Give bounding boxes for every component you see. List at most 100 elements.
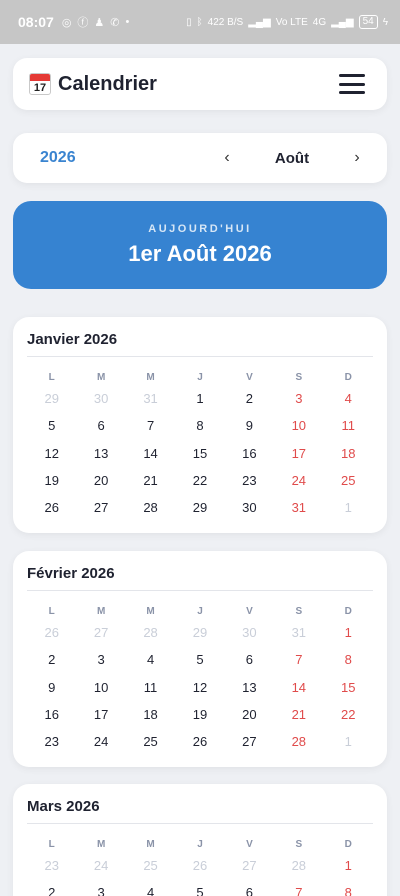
day-cell[interactable]: 4 <box>126 652 175 667</box>
notification-dot-icon: • <box>125 16 130 28</box>
day-cell[interactable]: 3 <box>274 391 323 406</box>
day-cell[interactable]: 3 <box>76 652 125 667</box>
day-cell[interactable]: 9 <box>225 418 274 433</box>
day-cell[interactable]: 27 <box>76 625 125 640</box>
day-cell[interactable]: 28 <box>274 858 323 873</box>
day-cell[interactable]: 7 <box>126 418 175 433</box>
day-cell[interactable]: 14 <box>274 680 323 695</box>
day-cell[interactable]: 7 <box>274 885 323 896</box>
prev-month-icon[interactable]: ‹ <box>217 149 237 167</box>
day-cell[interactable]: 25 <box>126 858 175 873</box>
day-cell[interactable]: 24 <box>76 858 125 873</box>
day-cell[interactable]: 8 <box>175 418 224 433</box>
day-cell[interactable]: 8 <box>324 885 373 896</box>
day-cell[interactable]: 8 <box>324 652 373 667</box>
day-cell[interactable]: 3 <box>76 885 125 896</box>
day-cell[interactable]: 11 <box>324 418 373 433</box>
day-cell[interactable]: 6 <box>76 418 125 433</box>
current-month[interactable]: Août <box>237 150 347 167</box>
day-cell[interactable]: 21 <box>274 707 323 722</box>
day-cell[interactable]: 13 <box>225 680 274 695</box>
day-cell[interactable]: 30 <box>225 500 274 515</box>
day-cell[interactable]: 25 <box>126 734 175 749</box>
day-cell[interactable]: 21 <box>126 473 175 488</box>
day-cell[interactable]: 28 <box>274 734 323 749</box>
day-cell[interactable]: 13 <box>76 446 125 461</box>
day-cell[interactable]: 24 <box>76 734 125 749</box>
day-cell[interactable]: 1 <box>324 734 373 749</box>
day-cell[interactable]: 29 <box>175 625 224 640</box>
year-selector[interactable]: 2026 <box>40 149 76 167</box>
day-cell[interactable]: 23 <box>225 473 274 488</box>
day-cell[interactable]: 16 <box>225 446 274 461</box>
day-cell[interactable]: 11 <box>126 680 175 695</box>
week-row: 26 27 28 29 30 31 1 <box>27 494 373 521</box>
day-cell[interactable]: 15 <box>324 680 373 695</box>
day-cell[interactable]: 1 <box>324 858 373 873</box>
day-cell[interactable]: 23 <box>27 734 76 749</box>
month-card: Février 2026 L M M J V S D 26 27 28 29 30 31 1 2 3 4 5 6 7 8 9… <box>13 551 387 767</box>
day-cell[interactable]: 5 <box>175 652 224 667</box>
day-cell[interactable]: 4 <box>324 391 373 406</box>
day-cell[interactable]: 29 <box>175 500 224 515</box>
day-cell[interactable]: 25 <box>324 473 373 488</box>
day-cell[interactable]: 30 <box>76 391 125 406</box>
day-cell[interactable]: 2 <box>27 885 76 896</box>
day-cell[interactable]: 27 <box>225 734 274 749</box>
day-cell[interactable]: 4 <box>126 885 175 896</box>
day-cell[interactable]: 26 <box>27 500 76 515</box>
day-cell[interactable]: 19 <box>175 707 224 722</box>
day-cell[interactable]: 17 <box>76 707 125 722</box>
day-cell[interactable]: 26 <box>175 858 224 873</box>
day-cell[interactable]: 28 <box>126 625 175 640</box>
day-cell[interactable]: 9 <box>27 680 76 695</box>
day-cell[interactable]: 28 <box>126 500 175 515</box>
day-cell[interactable]: 17 <box>274 446 323 461</box>
day-cell[interactable]: 20 <box>76 473 125 488</box>
day-cell[interactable]: 26 <box>27 625 76 640</box>
day-cell[interactable]: 18 <box>324 446 373 461</box>
week-row: 2345678 <box>27 879 373 896</box>
day-cell[interactable]: 27 <box>76 500 125 515</box>
day-cell[interactable]: 1 <box>324 625 373 640</box>
day-cell[interactable]: 27 <box>225 858 274 873</box>
day-cell[interactable]: 31 <box>126 391 175 406</box>
next-month-icon[interactable]: › <box>347 149 367 167</box>
day-cell[interactable]: 26 <box>175 734 224 749</box>
day-cell[interactable]: 15 <box>175 446 224 461</box>
day-cell[interactable]: 10 <box>274 418 323 433</box>
day-cell[interactable]: 24 <box>274 473 323 488</box>
today-banner[interactable]: AUJOURD'HUI 1er Août 2026 <box>13 201 387 289</box>
day-cell[interactable]: 18 <box>126 707 175 722</box>
day-cell[interactable]: 2 <box>225 391 274 406</box>
day-cell[interactable]: 10 <box>76 680 125 695</box>
day-cell[interactable]: 30 <box>225 625 274 640</box>
day-cell[interactable]: 5 <box>175 885 224 896</box>
weekday-label: J <box>197 605 203 617</box>
day-cell[interactable]: 7 <box>274 652 323 667</box>
day-cell[interactable]: 31 <box>274 625 323 640</box>
day-cell[interactable]: 6 <box>225 885 274 896</box>
day-cell[interactable]: 1 <box>324 500 373 515</box>
day-cell[interactable]: 12 <box>175 680 224 695</box>
hamburger-menu-icon[interactable] <box>339 74 365 94</box>
day-cell[interactable]: 1 <box>175 391 224 406</box>
battery-icon: 54 <box>358 15 378 29</box>
day-cell[interactable]: 22 <box>324 707 373 722</box>
day-cell[interactable]: 19 <box>27 473 76 488</box>
day-cell[interactable]: 14 <box>126 446 175 461</box>
day-cell[interactable]: 6 <box>225 652 274 667</box>
day-cell[interactable]: 12 <box>27 446 76 461</box>
day-cell[interactable]: 22 <box>175 473 224 488</box>
day-cell[interactable]: 23 <box>27 858 76 873</box>
instagram-icon: ◎ <box>61 16 72 29</box>
month-title: Février 2026 <box>27 565 373 591</box>
day-cell[interactable]: 31 <box>274 500 323 515</box>
day-cell[interactable]: 16 <box>27 707 76 722</box>
weekday-label: V <box>246 605 253 617</box>
day-cell[interactable]: 29 <box>27 391 76 406</box>
day-cell[interactable]: 2 <box>27 652 76 667</box>
weekday-label: V <box>246 371 253 383</box>
day-cell[interactable]: 20 <box>225 707 274 722</box>
day-cell[interactable]: 5 <box>27 418 76 433</box>
